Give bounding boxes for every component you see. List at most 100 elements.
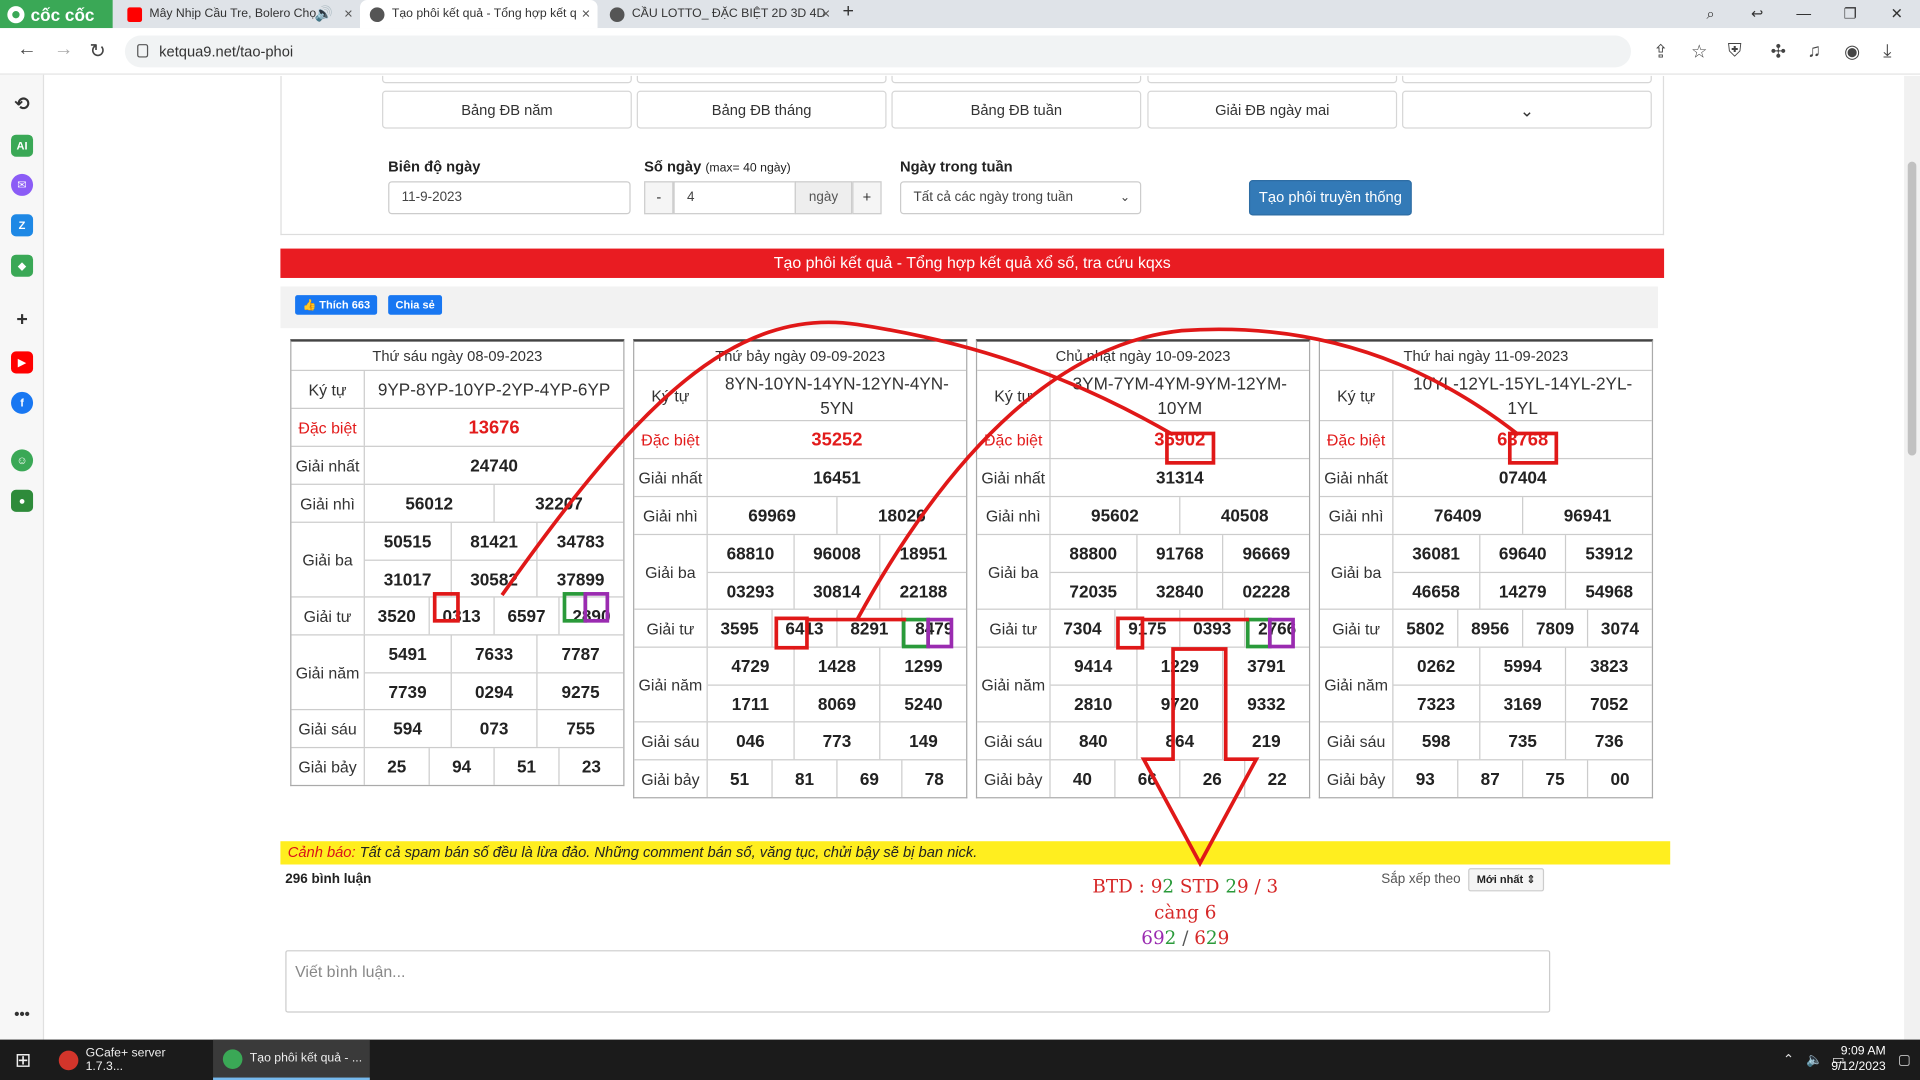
row-label: Ký tự <box>291 371 365 408</box>
row-nam: Giải năm 5491 7633 7787 7739 0294 9275 <box>291 635 624 711</box>
zalo-icon[interactable]: Z <box>11 214 34 237</box>
forward-icon[interactable]: → <box>54 39 74 61</box>
row-label: Giải nhì <box>1320 497 1394 534</box>
code-cell: 10YL-12YL-15YL-14YL-2YL-1YL <box>1413 373 1633 418</box>
row-label: Đặc biệt <box>977 421 1051 458</box>
tab-tao-phoi[interactable]: Tạo phôi kết quả - Tổng hợp kết q × <box>360 0 598 29</box>
range-date-input[interactable]: 11-9-2023 <box>388 181 631 215</box>
close-icon[interactable]: × <box>344 5 353 22</box>
back-history-icon[interactable]: ↩ <box>1734 0 1781 28</box>
weekday-select[interactable]: Tất cả các ngày trong tuần ⌄ <box>900 181 1142 215</box>
bang-db-nam-button[interactable]: Bảng ĐB năm <box>382 90 632 129</box>
social-bar: 👍 Thích 663 Chia sẻ <box>280 286 1658 329</box>
generate-button[interactable]: Tạo phôi truyền thống <box>1248 180 1412 216</box>
prize-cell: 7633 <box>450 635 537 673</box>
scrollbar-thumb[interactable] <box>1907 161 1917 456</box>
prize-cell: 6413 <box>771 609 836 647</box>
close-icon[interactable]: × <box>822 5 831 22</box>
annotation-text: BTD : 92 STD 29 / 3 càng 6 692 / 629 <box>1069 874 1302 951</box>
taskbar-item-browser[interactable]: Tạo phôi kết quả - ... <box>213 1039 370 1080</box>
playlist-icon[interactable]: ♫ <box>1807 40 1821 61</box>
row-tu: Giải tư 7304 9175 0393 2766 <box>977 609 1309 648</box>
app-icon[interactable]: ● <box>11 489 34 512</box>
comment-input[interactable]: Viết bình luận... <box>285 950 1551 1013</box>
share-icon[interactable]: ⇪ <box>1653 40 1668 63</box>
maximize-button[interactable]: ❐ <box>1827 0 1874 28</box>
annotation-part: 9 <box>1237 875 1249 898</box>
prize-cell: 40508 <box>1179 497 1309 534</box>
prize-cell: 30814 <box>793 573 880 609</box>
tray-chevron-icon[interactable]: ⌃ <box>1783 1052 1794 1068</box>
prize-cell: 34783 <box>536 522 624 560</box>
extensions-icon[interactable]: ✣ <box>1771 40 1786 63</box>
table-date: Thứ sáu ngày 08-09-2023 <box>291 342 624 372</box>
messenger-icon[interactable]: ✉ <box>11 173 34 196</box>
giai-db-ngay-mai-button[interactable]: Giải ĐB ngày mai <box>1147 90 1398 129</box>
row-nhat: Giải nhất 16451 <box>634 459 967 498</box>
tab-title: CẦU LOTTO_ ĐẶC BIỆT 2D 3D 4D <box>631 7 826 21</box>
reload-icon[interactable]: ↻ <box>89 39 105 63</box>
more-icon[interactable]: ••• <box>11 1003 33 1025</box>
close-window-button[interactable]: ✕ <box>1873 0 1920 28</box>
lock-icon <box>137 44 149 58</box>
close-icon[interactable]: × <box>582 5 591 22</box>
facebook-share-button[interactable]: Chia sẻ <box>388 295 443 315</box>
shield-icon[interactable]: ⛨ <box>1728 40 1742 61</box>
prize-cell: 22 <box>1244 760 1309 798</box>
row-label: Giải nhất <box>291 446 365 484</box>
warning-bar: Cảnh báo: Tất cả spam bán số đều là lừa … <box>280 841 1671 865</box>
days-plus-button[interactable]: + <box>852 181 882 215</box>
new-tab-button[interactable]: + <box>842 1 853 23</box>
speaker-icon[interactable]: 🔊 <box>315 5 333 22</box>
facebook-like-button[interactable]: 👍 Thích 663 <box>295 295 378 315</box>
row-label: Giải tư <box>977 609 1051 647</box>
chevron-down-icon[interactable]: ⌄ <box>1402 90 1652 129</box>
row-label: Giải ba <box>1320 535 1394 609</box>
bookmark-star-icon[interactable]: ☆ <box>1691 40 1707 63</box>
bang-db-tuan-button[interactable]: Bảng ĐB tuần <box>891 90 1142 129</box>
ai-icon[interactable]: AI <box>11 134 34 157</box>
prize-cell: 81 <box>771 760 836 798</box>
prize-cell: 9332 <box>1222 685 1309 722</box>
system-clock[interactable]: 9:09 AM 9/12/2023 <box>1831 1043 1885 1075</box>
url-bar[interactable]: ketqua9.net/tao-phoi <box>124 35 1632 68</box>
tab-cau-lotto[interactable]: CẦU LOTTO_ ĐẶC BIỆT 2D 3D 4D × <box>600 0 838 28</box>
back-icon[interactable]: ← <box>17 39 37 61</box>
add-icon[interactable]: + <box>11 310 33 332</box>
notification-icon[interactable]: ▢ <box>1898 1052 1911 1068</box>
prize-cell: 00 <box>1586 760 1652 798</box>
sort-select[interactable]: Mới nhất ⇕ <box>1468 868 1545 892</box>
game-icon[interactable]: ◆ <box>11 254 34 277</box>
row-bay: Giải bảy 25 94 51 23 <box>291 748 623 785</box>
row-label: Giải tư <box>1320 609 1394 647</box>
annotation-line-2: 692 / 629 <box>1069 926 1302 952</box>
days-minus-button[interactable]: - <box>644 181 674 215</box>
bang-db-thang-button[interactable]: Bảng ĐB tháng <box>636 90 887 129</box>
hidden-button-row <box>1147 75 1398 84</box>
minimize-button[interactable]: — <box>1780 0 1827 28</box>
tab-music[interactable]: Mây Nhịp Cầu Tre, Bolero Chọ 🔊 × <box>118 0 360 28</box>
page-scrollbar[interactable] <box>1904 75 1920 1040</box>
download-icon[interactable]: ⤓ <box>1883 40 1891 61</box>
prize-cell: 7304 <box>1063 618 1102 638</box>
chat-icon[interactable]: ☺ <box>11 449 34 472</box>
prize-cell: 32840 <box>1135 573 1223 609</box>
facebook-icon[interactable]: f <box>11 391 34 414</box>
days-label-text: Số ngày <box>644 157 702 176</box>
windows-start-icon[interactable]: ⊞ <box>5 1040 39 1080</box>
comment-count: 296 bình luận <box>285 871 372 887</box>
prize-cell: 69969 <box>748 505 796 526</box>
history-icon[interactable]: ⟲ <box>11 94 33 116</box>
row-label: Giải bảy <box>291 748 365 785</box>
days-input[interactable]: 4 <box>673 181 796 215</box>
tab-search-icon[interactable]: ⌕ <box>1687 0 1734 28</box>
row-label: Giải tư <box>291 597 365 635</box>
code-cell: 8YN-10YN-14YN-12YN-4YN-5YN <box>724 373 949 418</box>
tab-title: Tạo phôi kết quả - Tổng hợp kết q <box>391 7 577 21</box>
volume-icon[interactable]: 🔈 <box>1806 1052 1823 1068</box>
profile-icon[interactable]: ◉ <box>1844 40 1860 63</box>
coccoc-logo[interactable]: cốc cốc <box>0 0 113 29</box>
youtube-icon[interactable]: ▶ <box>11 351 34 374</box>
row-sau: Giải sáu 598 735 736 <box>1320 722 1652 761</box>
taskbar-item-gcafe[interactable]: GCafe+ server 1.7.3... <box>49 1040 206 1080</box>
